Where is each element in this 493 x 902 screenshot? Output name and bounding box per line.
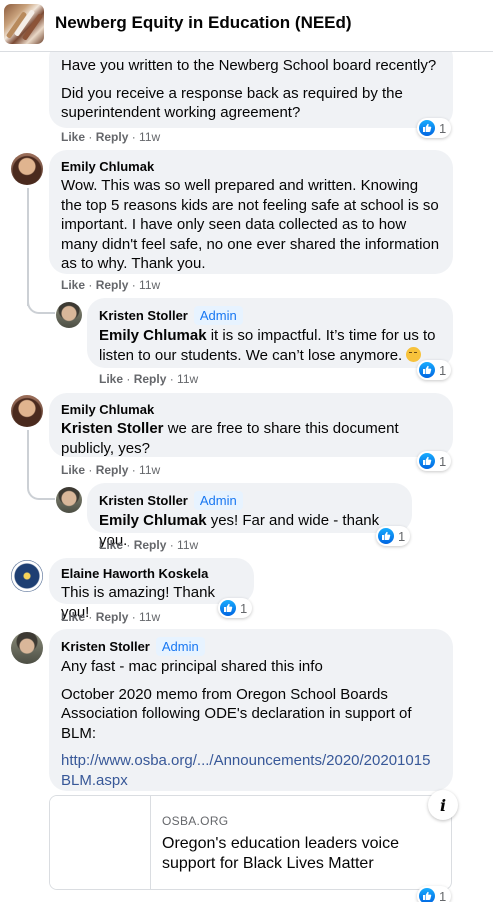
comment-bubble: Kristen Stoller Admin Any fast - mac prin… xyxy=(49,629,453,791)
link-preview-domain: OSBA.ORG xyxy=(162,814,229,828)
comment-bubble: Have you written to the Newberg School b… xyxy=(49,40,453,128)
reply-link[interactable]: Reply xyxy=(134,538,167,552)
reaction-number: 1 xyxy=(439,120,447,136)
comment-actions: Like · Reply · 11w xyxy=(99,538,199,552)
group-title[interactable]: Newberg Equity in Education (NEEd) xyxy=(55,13,352,33)
like-reaction-icon xyxy=(220,600,236,616)
comment-author[interactable]: Emily Chlumak xyxy=(61,158,441,175)
admin-badge: Admin xyxy=(155,637,205,656)
comment-bubble: Elaine Haworth Koskela This is amazing! … xyxy=(49,558,254,621)
like-reaction-icon xyxy=(419,120,435,136)
reaction-number: 1 xyxy=(439,888,447,902)
comment-text: Emily Chlumak it is so impactful. It’s t… xyxy=(99,327,436,364)
reaction-count[interactable]: 1 xyxy=(417,451,452,471)
comment-actions: Like · Reply · 11w xyxy=(61,278,161,292)
reaction-number: 1 xyxy=(398,528,406,544)
comment-actions: Like · Reply · 11w xyxy=(61,463,161,477)
post-link[interactable]: http://www.osba.org/.../Announcements/20… xyxy=(61,751,441,790)
like-link[interactable]: Like xyxy=(99,538,123,552)
timestamp[interactable]: 11w xyxy=(139,278,160,292)
timestamp[interactable]: 11w xyxy=(139,130,160,144)
comment-author[interactable]: Kristen Stoller Admin xyxy=(99,491,400,510)
link-preview-thumbnail[interactable] xyxy=(50,796,151,889)
like-reaction-icon xyxy=(419,362,435,378)
comment-actions: Like · Reply · 11w xyxy=(61,610,161,624)
reply-link[interactable]: Reply xyxy=(96,610,129,624)
disappointed-face-icon xyxy=(406,346,422,362)
like-link[interactable]: Like xyxy=(61,463,85,477)
reaction-count[interactable]: 1 xyxy=(417,118,452,138)
reply-link[interactable]: Reply xyxy=(96,463,129,477)
mention-link[interactable]: Emily Chlumak xyxy=(99,327,207,344)
like-reaction-icon xyxy=(419,453,435,469)
thread-connector xyxy=(27,188,29,306)
comment-actions: Like · Reply · 11w xyxy=(99,372,199,386)
like-reaction-icon xyxy=(378,528,394,544)
thread-connector xyxy=(27,290,55,314)
thread-connector xyxy=(27,478,55,500)
reaction-number: 1 xyxy=(240,600,248,616)
like-link[interactable]: Like xyxy=(99,372,123,386)
group-avatar[interactable] xyxy=(4,4,44,44)
reaction-count[interactable]: 1 xyxy=(376,526,411,546)
timestamp[interactable]: 11w xyxy=(177,372,198,386)
link-preview-card[interactable]: OSBA.ORG Oregon's education leaders voic… xyxy=(49,795,452,890)
mention-link[interactable]: Kristen Stoller xyxy=(61,420,164,437)
reaction-count[interactable]: 1 xyxy=(417,360,452,380)
reply-bubble: Kristen Stoller Admin Emily Chlumak yes! … xyxy=(87,483,412,549)
comment-author[interactable]: Elaine Haworth Koskela xyxy=(61,565,242,582)
avatar[interactable] xyxy=(56,302,82,328)
comment-bubble: Emily Chlumak Wow. This was so well prep… xyxy=(49,150,453,274)
comment-text: Kristen Stoller we are free to share thi… xyxy=(61,420,399,457)
timestamp[interactable]: 11w xyxy=(139,610,160,624)
like-reaction-icon xyxy=(419,888,435,902)
mention-link[interactable]: Emily Chlumak xyxy=(99,512,207,529)
comment-author[interactable]: Kristen Stoller Admin xyxy=(61,637,441,656)
avatar[interactable] xyxy=(11,632,43,664)
comment-text: Wow. This was so well prepared and writt… xyxy=(61,177,440,272)
avatar[interactable] xyxy=(11,153,43,185)
comment-text: October 2020 memo from Oregon School Boa… xyxy=(61,685,412,742)
group-header: Newberg Equity in Education (NEEd) xyxy=(0,0,493,52)
comment-actions: Like · Reply · 11w xyxy=(61,130,161,144)
info-icon[interactable]: i xyxy=(428,790,458,820)
reaction-number: 1 xyxy=(439,362,447,378)
comment-text: Did you receive a response back as requi… xyxy=(61,84,403,122)
reply-link[interactable]: Reply xyxy=(96,278,129,292)
comment-author[interactable]: Kristen Stoller Admin xyxy=(99,306,441,325)
admin-badge: Admin xyxy=(193,491,243,510)
comment-text: Have you written to the Newberg School b… xyxy=(61,57,437,74)
avatar[interactable] xyxy=(11,395,43,427)
admin-badge: Admin xyxy=(193,306,243,325)
like-link[interactable]: Like xyxy=(61,130,85,144)
link-preview-title[interactable]: Oregon's education leaders voice support… xyxy=(162,834,432,874)
like-link[interactable]: Like xyxy=(61,278,85,292)
timestamp[interactable]: 11w xyxy=(139,463,160,477)
reaction-number: 1 xyxy=(439,453,447,469)
comment-text: Any fast - mac principal shared this inf… xyxy=(61,658,323,675)
reaction-count[interactable]: 1 xyxy=(417,886,452,902)
avatar[interactable] xyxy=(11,560,43,592)
reply-bubble: Kristen Stoller Admin Emily Chlumak it is… xyxy=(87,298,453,368)
reply-link[interactable]: Reply xyxy=(134,372,167,386)
like-link[interactable]: Like xyxy=(61,610,85,624)
reaction-count[interactable]: 1 xyxy=(218,598,253,618)
comment-bubble: Emily Chlumak Kristen Stoller we are fre… xyxy=(49,393,453,457)
avatar[interactable] xyxy=(56,487,82,513)
timestamp[interactable]: 11w xyxy=(177,538,198,552)
reply-link[interactable]: Reply xyxy=(96,130,129,144)
comment-author[interactable]: Emily Chlumak xyxy=(61,401,441,418)
